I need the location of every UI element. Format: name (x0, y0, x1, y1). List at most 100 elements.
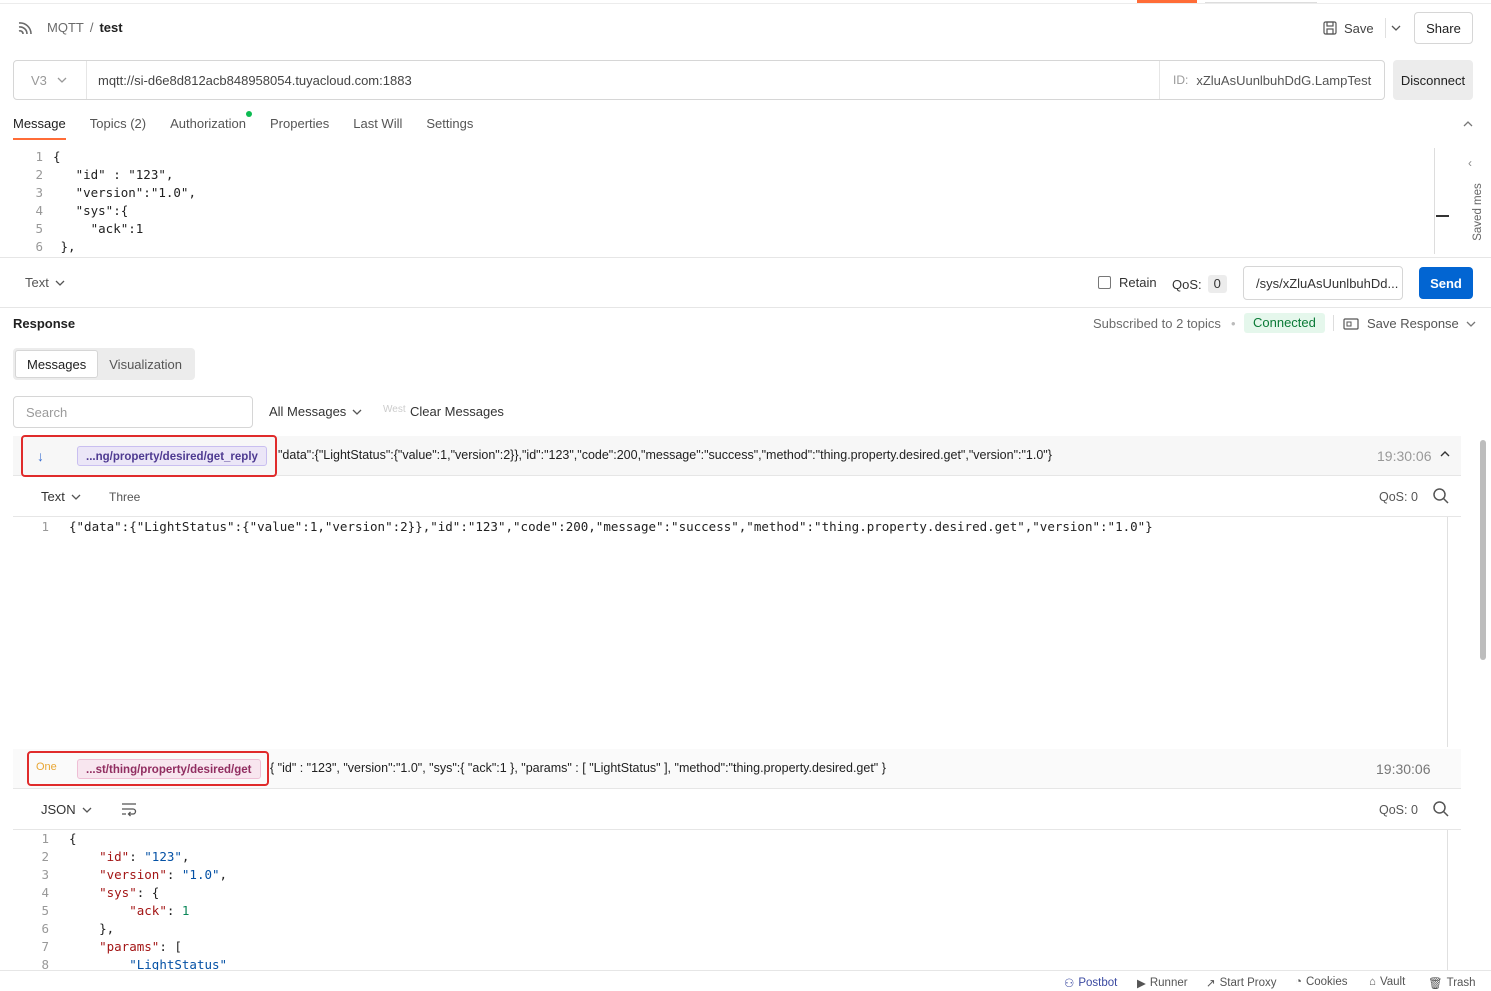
message-body-editor[interactable]: 1 {"data":{"LightStatus":{"value":1,"ver… (13, 517, 1447, 747)
code-line: "sys":{ (53, 203, 129, 218)
code-line: "LightStatus" (129, 957, 228, 970)
filter-value: All Messages (269, 404, 347, 419)
code-content: { "id": "123", "version": "1.0", "sys": … (69, 830, 227, 970)
code-line: "ack":1 (53, 221, 144, 236)
code-line: { (53, 149, 61, 164)
chevron-down-icon (1466, 321, 1476, 327)
save-response-icon (1343, 317, 1359, 330)
save-button[interactable]: Save (1322, 16, 1374, 40)
line-number: 1 (41, 831, 49, 846)
statusbar-label: Postbot (1078, 977, 1118, 989)
statusbar-label: Cookies (1305, 976, 1348, 988)
message-qos: QoS: 0 (1379, 490, 1418, 504)
faint-label: West (383, 404, 406, 415)
statusbar-label: Start Proxy (1219, 977, 1277, 989)
search-icon[interactable] (1432, 800, 1450, 818)
line-number: 6 (35, 239, 43, 254)
line-number: 6 (41, 921, 49, 936)
response-view-tabs: Messages Visualization (13, 348, 196, 380)
line-number: 5 (35, 221, 43, 236)
status-bar: ⚇ Postbot ▶ Runner ↗ Start Proxy ◔ Cookies ⌂… (0, 970, 1491, 991)
line-number: 2 (35, 167, 43, 182)
tab-authorization[interactable]: Authorization (170, 110, 252, 140)
divider (0, 257, 1491, 258)
cookies-button[interactable]: ◔ Cookies (1295, 976, 1348, 988)
saved-messages-panel[interactable]: ‹ Saved mes (1461, 148, 1485, 248)
share-button[interactable]: Share (1414, 12, 1473, 44)
tab-settings[interactable]: Settings (426, 110, 473, 140)
body-scrollbar[interactable] (1447, 517, 1448, 747)
breadcrumb-protocol[interactable]: MQTT (47, 20, 84, 35)
subscribed-topics-link[interactable]: Subscribed to 2 topics (1093, 316, 1221, 331)
wrap-lines-icon[interactable] (120, 800, 138, 818)
request-tabs: Message Topics (2) Authorization Propert… (13, 110, 497, 140)
code-content: {"data":{"LightStatus":{"value":1,"versi… (69, 517, 1153, 536)
start-proxy-button[interactable]: ↗ Start Proxy (1206, 976, 1277, 990)
message-qos: QoS: 0 (1379, 803, 1418, 817)
qos-select[interactable]: QoS: 0 (1172, 275, 1227, 293)
disconnect-button[interactable]: Disconnect (1393, 60, 1473, 100)
chevron-up-icon (1440, 451, 1450, 457)
tab-message[interactable]: Message (13, 110, 66, 140)
page-scrollbar[interactable] (1480, 440, 1486, 660)
status-dot (246, 111, 252, 117)
play-icon: ▶ (1137, 978, 1146, 990)
line-number: 4 (35, 203, 43, 218)
retain-checkbox[interactable] (1098, 276, 1111, 289)
save-response-button[interactable]: Save Response (1343, 316, 1459, 331)
message-payload: { "id" : "123", "version":"1.0", "sys":{… (270, 761, 886, 775)
tab-last-will[interactable]: Last Will (353, 110, 402, 140)
chevron-down-icon (55, 280, 65, 286)
search-input[interactable]: Search (13, 396, 253, 428)
send-button[interactable]: Send (1419, 267, 1473, 299)
tab-label: Properties (270, 116, 330, 131)
search-icon[interactable] (1432, 487, 1450, 505)
postbot-button[interactable]: ⚇ Postbot (1064, 976, 1117, 990)
editor-scroll-thumb[interactable] (1436, 215, 1449, 217)
tab-visualization[interactable]: Visualization (98, 350, 193, 378)
version-select[interactable]: V3 (14, 61, 87, 99)
trash-button[interactable]: 🗑 Trash (1428, 976, 1476, 990)
message-editor[interactable]: 1 2 3 4 5 6 { "id" : "123", "version":"1… (13, 148, 1433, 256)
code-line: }, (53, 239, 76, 254)
format-select[interactable]: Text (25, 275, 65, 291)
save-options-button[interactable] (1385, 18, 1405, 38)
chevron-down-icon (352, 409, 362, 415)
tab-messages[interactable]: Messages (15, 350, 99, 378)
qos-value[interactable]: 0 (1207, 275, 1227, 293)
clear-messages-button[interactable]: Clear Messages (410, 404, 504, 419)
url-input[interactable]: mqtt://si-d6e8d812acb848958054.tuyacloud… (98, 73, 412, 88)
connection-status-badge: Connected (1244, 313, 1325, 333)
editor-scrollbar[interactable] (1434, 148, 1435, 254)
message-format-select[interactable]: JSON (41, 802, 92, 818)
line-number: 2 (41, 849, 49, 864)
code-line: { (69, 831, 77, 846)
retain-toggle[interactable]: Retain (1098, 275, 1157, 290)
vault-button[interactable]: ⌂ Vault (1369, 976, 1405, 988)
statusbar-label: Trash (1446, 977, 1476, 989)
message-toolbar: JSON QoS: 0 (13, 790, 1461, 830)
message-body-editor[interactable]: 1 2 3 4 5 6 7 8 { "id": "123", "version"… (13, 830, 1447, 970)
tab-label: Message (13, 116, 66, 131)
line-number: 1 (35, 149, 43, 164)
message-format-select[interactable]: Text (41, 489, 81, 505)
chevron-up-icon (1463, 121, 1473, 127)
body-scrollbar[interactable] (1447, 830, 1448, 970)
collapse-request-button[interactable] (1463, 116, 1473, 130)
response-title: Response (13, 316, 76, 331)
topic-input[interactable]: /sys/xZluAsUunlbuhDd... (1243, 266, 1403, 300)
tab-topics[interactable]: Topics (2) (90, 110, 146, 140)
top-tab-strip (0, 0, 1491, 4)
tab-properties[interactable]: Properties (270, 110, 329, 140)
message-filter-select[interactable]: All Messages (269, 404, 362, 420)
save-response-options[interactable] (1466, 316, 1476, 335)
runner-button[interactable]: ▶ Runner (1137, 976, 1188, 990)
message-payload: "data":{"LightStatus":{"value":1,"versio… (278, 448, 1052, 462)
divider (1333, 315, 1334, 331)
collapse-message-button[interactable] (1440, 447, 1450, 464)
message-timestamp: 19:30:06 (1377, 448, 1432, 464)
request-name[interactable]: test (99, 20, 122, 35)
client-id-field[interactable]: ID: xZluAsUunlbuhDdG.LampTest (1159, 61, 1385, 99)
format-value: Text (41, 489, 65, 504)
version-value: V3 (31, 72, 47, 88)
